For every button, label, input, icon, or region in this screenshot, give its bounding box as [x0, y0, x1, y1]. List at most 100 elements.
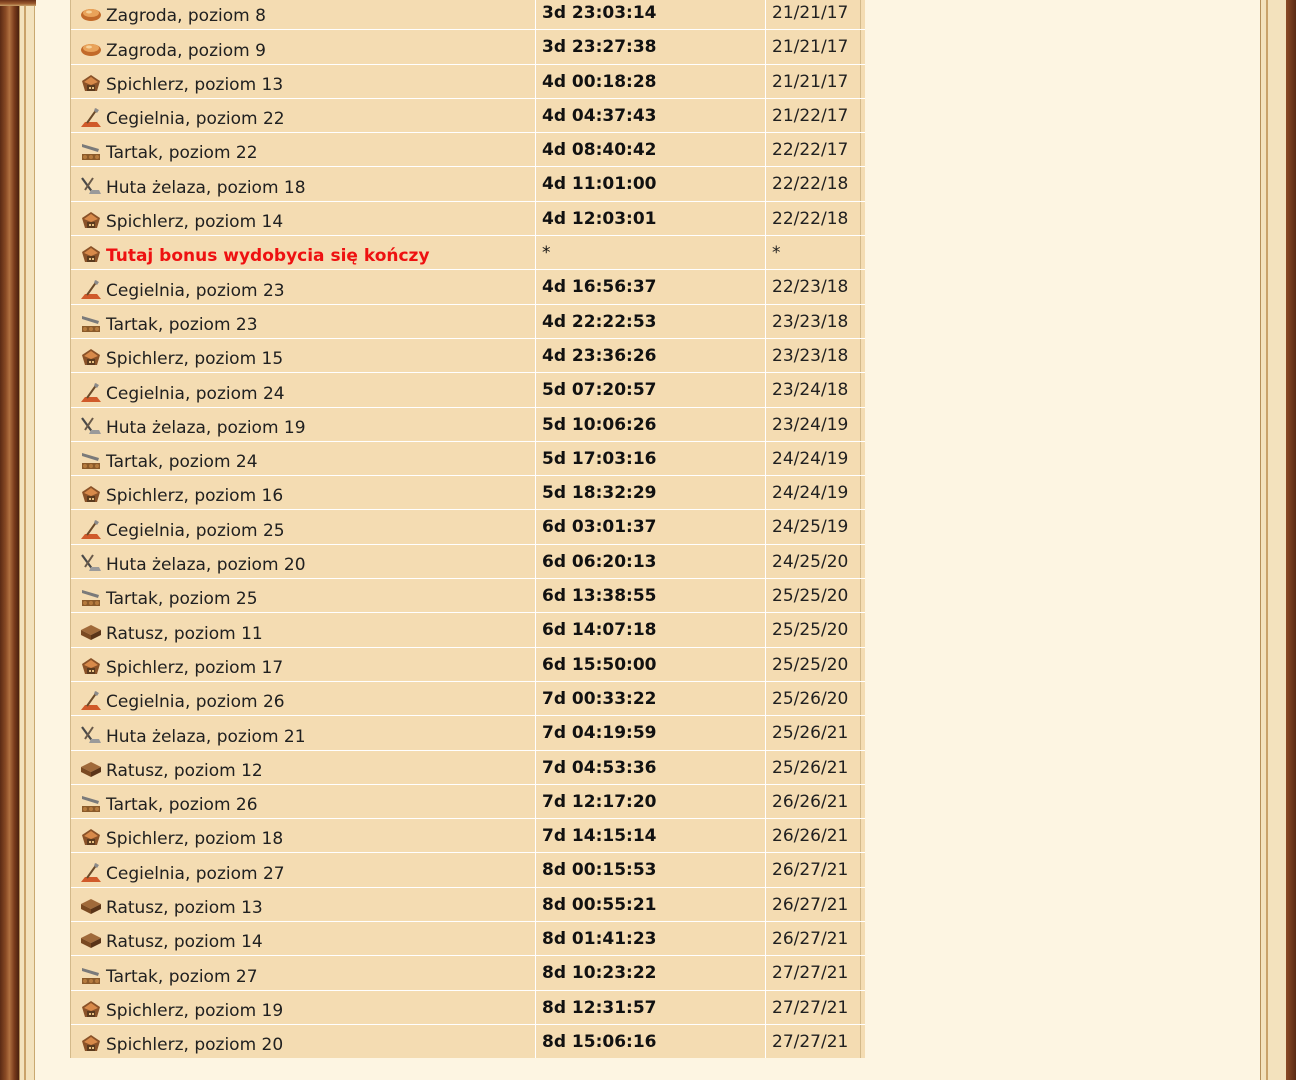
warehouse-icon: [79, 210, 103, 232]
left-frame-border: [0, 0, 19, 1080]
resource-levels-cell: 23/23/18: [766, 338, 861, 373]
building-cell: Zagroda, poziom 9: [71, 30, 536, 64]
resource-levels: 24/25/20: [772, 551, 849, 572]
time-cell: 8d 00:55:21: [536, 887, 766, 922]
time-cell: 6d 03:01:37: [536, 510, 766, 544]
cumulative-time: 3d 23:27:38: [542, 37, 657, 58]
resource-levels-cell: 22/22/18: [766, 201, 861, 236]
time-cell: 5d 18:32:29: [536, 476, 766, 510]
time-cell: 7d 04:19:59: [536, 716, 766, 750]
building-cell: Cegielnia, poziom 22: [71, 98, 536, 133]
building-cell: Spichlerz, poziom 14: [71, 201, 536, 236]
table-row: Tartak, poziom 27 8d 10:23:22 27/27/21: [71, 955, 865, 990]
building-cell: Cegielnia, poziom 27: [71, 853, 536, 887]
warehouse-icon: [79, 244, 103, 266]
building-cell: Spichlerz, poziom 17: [71, 647, 536, 681]
resource-levels: 27/27/21: [772, 1031, 849, 1052]
time-cell: 4d 12:03:01: [536, 201, 766, 236]
right-frame-border: [1260, 0, 1296, 1080]
clay-pit-icon: [79, 382, 103, 404]
building-cell: Spichlerz, poziom 20: [71, 1024, 536, 1059]
table-row: Spichlerz, poziom 14 4d 12:03:01 22/22/18: [71, 200, 865, 236]
building-name: Cegielnia, poziom 26: [106, 692, 285, 713]
resource-levels: 25/26/21: [772, 723, 849, 744]
resource-levels: 25/26/20: [772, 688, 849, 709]
table-row: Tartak, poziom 22 4d 08:40:42 22/22/17: [71, 132, 865, 167]
resource-levels-cell: 25/26/21: [766, 750, 861, 784]
table-row: Tartak, poziom 23 4d 22:22:53 23/23/18: [71, 303, 865, 338]
build-order-table: Zagroda, poziom 8 3d 23:03:14 21/21/17 Zagr…: [70, 0, 865, 1059]
building-name: Spichlerz, poziom 14: [106, 212, 284, 233]
cumulative-time: 8d 12:31:57: [542, 997, 657, 1018]
time-cell: 8d 15:06:16: [536, 1024, 766, 1059]
table-row: Cegielnia, poziom 24 5d 07:20:57 23/24/18: [71, 372, 865, 407]
resource-levels-cell: 23/23/18: [766, 304, 861, 338]
building-name: Tartak, poziom 25: [106, 589, 258, 610]
building-name: Spichlerz, poziom 17: [106, 657, 284, 678]
cumulative-time: 6d 13:38:55: [542, 586, 657, 607]
building-cell: Huta żelaza, poziom 20: [71, 544, 536, 579]
building-name: Tartak, poziom 22: [106, 143, 258, 164]
table-row: Cegielnia, poziom 23 4d 16:56:37 22/23/18: [71, 269, 865, 304]
warehouse-icon: [79, 1033, 103, 1055]
resource-levels: 26/27/21: [772, 929, 849, 950]
building-name: Ratusz, poziom 12: [106, 760, 263, 781]
resource-levels-cell: 21/21/17: [766, 0, 861, 30]
time-cell: 4d 00:18:28: [536, 64, 766, 98]
time-cell: 8d 12:31:57: [536, 990, 766, 1024]
building-cell: Ratusz, poziom 13: [71, 887, 536, 922]
resource-levels-cell: 24/25/20: [766, 544, 861, 579]
building-cell: Spichlerz, poziom 16: [71, 476, 536, 510]
resource-levels-cell: 24/24/19: [766, 476, 861, 510]
warehouse-icon: [79, 656, 103, 678]
resource-levels: 22/22/18: [772, 174, 849, 195]
building-cell: Tartak, poziom 23: [71, 304, 536, 338]
resource-levels: 26/26/21: [772, 826, 849, 847]
building-name: Ratusz, poziom 14: [106, 932, 263, 953]
resource-levels: 21/21/17: [772, 3, 849, 23]
table-row: Huta żelaza, poziom 20 6d 06:20:13 24/25/2…: [71, 543, 865, 579]
resource-levels-cell: 23/24/19: [766, 407, 861, 441]
building-name: Spichlerz, poziom 16: [106, 486, 284, 507]
resource-levels-cell: 23/24/18: [766, 373, 861, 407]
time-cell: 8d 01:41:23: [536, 922, 766, 956]
building-cell: Spichlerz, poziom 19: [71, 990, 536, 1024]
building-cell: Spichlerz, poziom 15: [71, 338, 536, 373]
resource-levels: 25/25/20: [772, 586, 849, 607]
table-row: Zagroda, poziom 8 3d 23:03:14 21/21/17: [71, 0, 865, 30]
main-content: Zagroda, poziom 8 3d 23:03:14 21/21/17 Zagr…: [36, 0, 1260, 1080]
building-name: Huta żelaza, poziom 18: [106, 177, 306, 198]
table-row: Cegielnia, poziom 25 6d 03:01:37 24/25/19: [71, 509, 865, 544]
cumulative-time: 4d 16:56:37: [542, 277, 657, 298]
resource-levels-cell: 22/23/18: [766, 270, 861, 304]
resource-levels: 26/27/21: [772, 860, 849, 881]
building-cell: Cegielnia, poziom 26: [71, 681, 536, 716]
building-name: Spichlerz, poziom 15: [106, 349, 284, 370]
clay-pit-icon: [79, 107, 103, 129]
building-name: Huta żelaza, poziom 21: [106, 726, 306, 747]
resource-levels-cell: 21/22/17: [766, 98, 861, 133]
building-name: Zagroda, poziom 9: [106, 40, 266, 61]
building-name: Spichlerz, poziom 20: [106, 1035, 284, 1056]
resource-levels-cell: 26/27/21: [766, 922, 861, 956]
time-cell: 4d 11:01:00: [536, 167, 766, 201]
warehouse-icon: [79, 484, 103, 506]
time-cell: 8d 10:23:22: [536, 956, 766, 990]
bonus-end-row: Tutaj bonus wydobycia się kończy * *: [71, 235, 865, 270]
resource-levels: 25/26/21: [772, 757, 849, 778]
time-cell: 7d 12:17:20: [536, 784, 766, 819]
resource-levels: 25/25/20: [772, 654, 849, 675]
building-cell: Spichlerz, poziom 13: [71, 64, 536, 98]
cumulative-time: 7d 12:17:20: [542, 791, 657, 812]
time-cell: 5d 10:06:26: [536, 407, 766, 441]
iron-mine-icon: [79, 725, 103, 747]
resource-levels-cell: 21/21/17: [766, 30, 861, 64]
resource-levels-cell: 26/27/21: [766, 853, 861, 887]
cumulative-time: 4d 22:22:53: [542, 311, 657, 332]
resource-levels: 27/27/21: [772, 963, 849, 984]
cumulative-time: 7d 00:33:22: [542, 688, 657, 709]
sawmill-icon: [79, 141, 103, 163]
table-row: Huta żelaza, poziom 18 4d 11:01:00 22/22/1…: [71, 166, 865, 201]
cumulative-time: 6d 14:07:18: [542, 620, 657, 641]
resource-levels: 23/24/18: [772, 380, 849, 401]
